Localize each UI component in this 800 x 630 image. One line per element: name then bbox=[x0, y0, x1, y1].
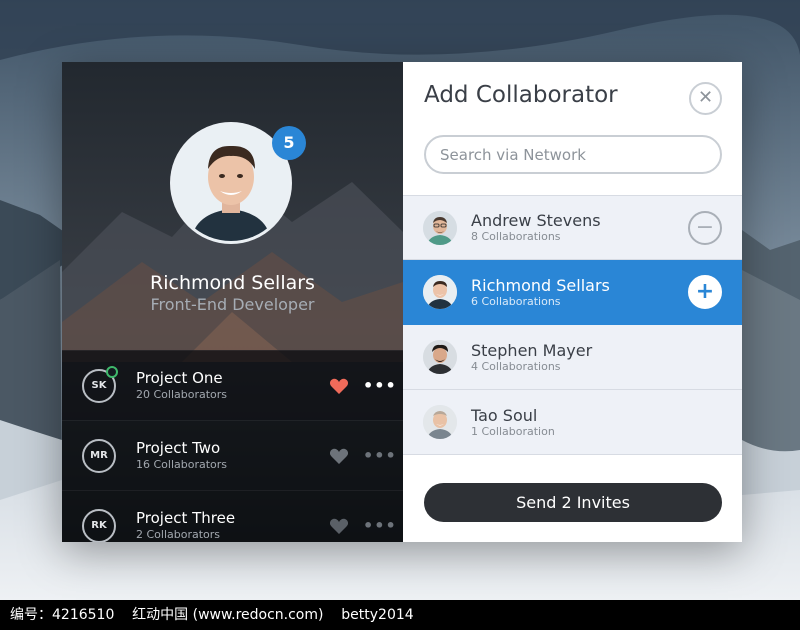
collaborator-row[interactable]: Richmond Sellars 6 Collaborations + bbox=[403, 260, 742, 325]
close-icon: ✕ bbox=[697, 87, 714, 108]
close-button[interactable]: ✕ bbox=[689, 82, 722, 115]
project-list: SK Project One 20 Collaborators ••• MR P… bbox=[62, 350, 403, 542]
avatar bbox=[423, 210, 457, 245]
watermark-caption: 编号：4216510 红动中国 (www.redocn.com) betty20… bbox=[0, 600, 800, 630]
profile-name: Richmond Sellars bbox=[150, 272, 315, 294]
avatar bbox=[423, 340, 457, 374]
profile-panel: 5 Richmond Sellars Front-End Developer S… bbox=[62, 62, 403, 542]
avatar bbox=[423, 275, 457, 309]
project-initials-avatar: MR bbox=[82, 438, 116, 473]
more-options-icon[interactable]: ••• bbox=[363, 516, 396, 535]
remove-collaborator-button[interactable]: − bbox=[688, 211, 722, 245]
search-input[interactable] bbox=[424, 135, 722, 174]
project-info: Project Three 2 Collaborators bbox=[136, 509, 329, 542]
person-portrait-icon bbox=[423, 275, 457, 309]
more-options-icon[interactable]: ••• bbox=[363, 376, 396, 395]
project-info: Project Two 16 Collaborators bbox=[136, 439, 329, 472]
project-initials: SK bbox=[91, 379, 107, 391]
collaborator-info: Tao Soul 1 Collaboration bbox=[471, 406, 742, 439]
collaborator-header: Add Collaborator ✕ bbox=[403, 62, 742, 196]
collaborator-list: Andrew Stevens 8 Collaborations − Richmo… bbox=[403, 195, 742, 455]
heart-icon[interactable] bbox=[329, 517, 349, 535]
add-collaborator-button[interactable]: + bbox=[688, 275, 722, 309]
collaborator-row[interactable]: Stephen Mayer 4 Collaborations bbox=[403, 325, 742, 390]
project-subtitle: 16 Collaborators bbox=[136, 458, 228, 471]
person-portrait-icon bbox=[423, 405, 457, 439]
project-subtitle: 2 Collaborators bbox=[136, 528, 221, 541]
avatar bbox=[423, 405, 457, 439]
profile-header: 5 Richmond Sellars Front-End Developer bbox=[62, 62, 403, 350]
profile-role: Front-End Developer bbox=[150, 295, 315, 314]
collaborator-count: 1 Collaboration bbox=[471, 424, 555, 438]
person-portrait-icon bbox=[423, 210, 457, 245]
collaborator-name: Tao Soul bbox=[471, 405, 538, 425]
panel-title: Add Collaborator bbox=[424, 82, 618, 108]
project-info: Project One 20 Collaborators bbox=[136, 369, 329, 402]
collaborator-count: 4 Collaborations bbox=[471, 359, 561, 373]
project-row[interactable]: MR Project Two 16 Collaborators ••• bbox=[62, 420, 403, 490]
project-subtitle: 20 Collaborators bbox=[136, 388, 228, 401]
collaboration-card: 5 Richmond Sellars Front-End Developer S… bbox=[62, 62, 742, 542]
project-title: Project One bbox=[136, 369, 223, 387]
project-row[interactable]: SK Project One 20 Collaborators ••• bbox=[62, 350, 403, 420]
project-initials: MR bbox=[90, 449, 108, 461]
project-initials: RK bbox=[91, 519, 107, 531]
add-collaborator-panel: Add Collaborator ✕ Search via Network An… bbox=[403, 62, 742, 542]
online-status-icon bbox=[106, 365, 118, 378]
heart-icon[interactable] bbox=[329, 377, 349, 395]
more-options-icon[interactable]: ••• bbox=[363, 446, 396, 465]
project-title: Project Two bbox=[136, 439, 221, 457]
send-invites-button[interactable]: Send 2 Invites bbox=[424, 483, 722, 522]
collaborator-row[interactable]: Tao Soul 1 Collaboration bbox=[403, 390, 742, 455]
project-initials-avatar: SK bbox=[82, 365, 118, 403]
project-title: Project Three bbox=[136, 509, 236, 527]
collaborator-info: Stephen Mayer 4 Collaborations bbox=[471, 341, 742, 374]
profile-avatar[interactable]: 5 bbox=[170, 122, 306, 244]
minus-icon: − bbox=[695, 215, 715, 240]
heart-icon[interactable] bbox=[329, 447, 349, 465]
person-portrait-icon bbox=[423, 340, 457, 374]
collaborator-name: Stephen Mayer bbox=[471, 340, 593, 360]
project-initials-avatar: RK bbox=[82, 508, 116, 542]
project-row[interactable]: RK Project Three 2 Collaborators ••• bbox=[62, 490, 403, 542]
notification-count-badge: 5 bbox=[272, 126, 306, 160]
collaborator-row[interactable]: Andrew Stevens 8 Collaborations − bbox=[403, 195, 742, 260]
plus-icon: + bbox=[695, 279, 715, 304]
